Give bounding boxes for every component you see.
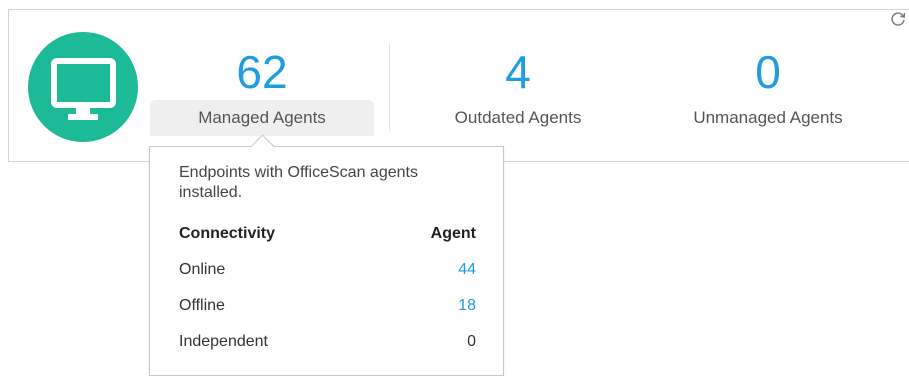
outdated-agents-count[interactable]: 4	[418, 44, 618, 100]
connectivity-header: Connectivity	[179, 225, 276, 242]
unmanaged-agents-count[interactable]: 0	[668, 44, 868, 100]
managed-agents-stat[interactable]: 62 Managed Agents	[150, 44, 374, 136]
outdated-agents-label: Outdated Agents	[454, 108, 582, 127]
divider	[389, 43, 390, 131]
managed-agents-tooltip: Endpoints with OfficeScan agents install…	[149, 134, 504, 376]
unmanaged-agents-label: Unmanaged Agents	[693, 108, 843, 127]
refresh-icon[interactable]	[889, 10, 907, 28]
outdated-agents-stat[interactable]: 4 Outdated Agents	[418, 44, 618, 129]
row-label-online: Online	[179, 261, 226, 278]
row-label-offline: Offline	[179, 297, 225, 314]
managed-agents-count[interactable]: 62	[150, 44, 374, 100]
online-count-link[interactable]: 44	[458, 261, 476, 279]
independent-count: 0	[467, 333, 476, 350]
monitor-icon	[28, 32, 138, 142]
managed-agents-label: Managed Agents	[198, 108, 326, 127]
tooltip-description: Endpoints with OfficeScan agents install…	[179, 164, 418, 201]
offline-count-link[interactable]: 18	[458, 297, 476, 315]
managed-agents-label-tab[interactable]: Managed Agents	[150, 100, 374, 136]
unmanaged-agents-stat[interactable]: 0 Unmanaged Agents	[668, 44, 868, 129]
row-label-independent: Independent	[179, 333, 268, 350]
agent-header: Agent	[430, 225, 476, 242]
